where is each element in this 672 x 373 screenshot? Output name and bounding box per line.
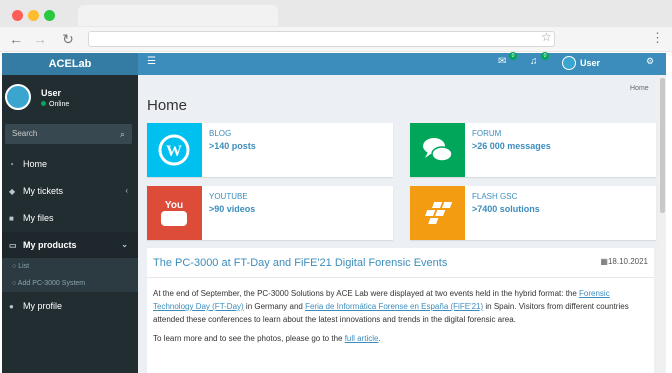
header-user-name[interactable]: User [580, 58, 600, 68]
tag-icon: ◆ [9, 187, 16, 196]
messages-count-badge: 0 [509, 52, 517, 60]
sidebar-item-label: Home [23, 159, 48, 169]
article-paragraph: At the end of September, the PC-3000 Sol… [153, 287, 649, 326]
article-date: ▦18.10.2021 [600, 257, 648, 266]
page-title: Home [147, 97, 188, 114]
chevron-down-icon: ⌄ [121, 240, 128, 249]
submenu-item-label: List [18, 263, 30, 270]
info-box-label: BLOG [209, 129, 232, 138]
info-box-blog[interactable]: W BLOG >140 posts [147, 123, 393, 177]
info-box-value: >140 posts [209, 141, 256, 151]
browser-tab[interactable] [78, 5, 278, 26]
bookmark-star-icon[interactable]: ☆ [541, 30, 552, 44]
info-box-value: >26 000 messages [472, 141, 551, 151]
sidebar-item-my-files[interactable]: ■ My files [2, 205, 138, 231]
sidebar-item-my-tickets[interactable]: ◆ My tickets ‹ [2, 178, 138, 204]
online-dot-icon [41, 101, 46, 106]
back-icon[interactable]: ← [8, 31, 24, 47]
user-status: Online [41, 101, 69, 108]
sidebar-item-my-profile[interactable]: ● My profile [2, 293, 138, 319]
info-box-forum[interactable]: FORUM >26 000 messages [410, 123, 656, 177]
hamburger-menu-icon[interactable]: ☰ [147, 56, 156, 67]
article-text: in Germany and [243, 302, 306, 311]
header-avatar[interactable] [562, 56, 576, 70]
chevron-left-icon: ‹ [125, 186, 128, 195]
svg-text:W: W [166, 143, 182, 160]
full-article-link[interactable]: full article [345, 334, 379, 343]
flash-gsc-icon [410, 186, 465, 240]
notifications-count-badge: 0 [541, 52, 549, 60]
info-box-value: >7400 solutions [472, 204, 540, 214]
sidebar-item-my-products[interactable]: ▭ My products ⌄ [2, 232, 138, 258]
user-status-label: Online [49, 101, 70, 108]
submenu-item-add-system[interactable]: ○ Add PC-3000 System [2, 277, 138, 290]
scrollbar-thumb[interactable] [660, 78, 665, 213]
info-box-youtube[interactable]: You Tube YOUTUBE >90 videos [147, 186, 393, 240]
info-box-label: YOUTUBE [209, 192, 248, 201]
search-placeholder: Search [12, 129, 38, 138]
user-icon: ● [9, 302, 14, 311]
minimize-window-button[interactable] [28, 10, 39, 21]
submenu-item-list[interactable]: ○ List [2, 260, 138, 273]
youtube-icon: You Tube [147, 186, 202, 240]
browser-menu-icon[interactable]: ⋮ [651, 30, 664, 46]
address-bar[interactable] [88, 31, 555, 47]
messages-icon[interactable]: ✉ [498, 56, 506, 67]
gears-icon[interactable]: ⚙ [646, 56, 654, 67]
news-article: The PC-3000 at FT-Day and FiFE'21 Digita… [147, 248, 654, 373]
bell-icon[interactable]: ♫ [530, 56, 538, 67]
divider [147, 277, 654, 278]
forward-icon[interactable]: → [32, 31, 48, 47]
article-body: At the end of September, the PC-3000 Sol… [153, 287, 649, 345]
breadcrumb[interactable]: Home [630, 85, 649, 92]
article-title[interactable]: The PC-3000 at FT-Day and FiFE'21 Digita… [153, 257, 447, 269]
sidebar-item-label: My tickets [23, 186, 64, 196]
avatar [5, 84, 31, 110]
reload-icon[interactable]: ↻ [60, 31, 76, 47]
calendar-icon: ▦ [600, 257, 608, 266]
article-date-text: 18.10.2021 [607, 257, 648, 266]
maximize-window-button[interactable] [44, 10, 55, 21]
sidebar-item-label: My profile [23, 301, 63, 311]
folder-icon: ■ [9, 214, 14, 223]
close-window-button[interactable] [12, 10, 23, 21]
search-input[interactable]: Search ⌕ [5, 124, 132, 144]
info-box-label: FLASH GSC [472, 192, 518, 201]
sidebar-item-label: My products [23, 240, 77, 250]
info-box-flash-gsc[interactable]: FLASH GSC >7400 solutions [410, 186, 656, 240]
wordpress-icon: W [147, 123, 202, 177]
article-paragraph: To learn more and to see the photos, ple… [153, 332, 649, 345]
hdd-icon: ▭ [9, 241, 17, 250]
dashboard-icon: ◔ [9, 160, 14, 169]
submenu-item-label: Add PC-3000 System [17, 280, 86, 287]
sidebar-item-label: My files [23, 213, 54, 223]
fife-link[interactable]: Feria de Informática Forense en España (… [305, 302, 483, 311]
user-name: User [41, 88, 62, 98]
article-text: To learn more and to see the photos, ple… [153, 334, 345, 343]
info-box-value: >90 videos [209, 204, 256, 214]
article-text: At the end of September, the PC-3000 Sol… [153, 289, 580, 298]
comments-icon [410, 123, 465, 177]
info-box-label: FORUM [472, 129, 502, 138]
article-text: . [378, 334, 381, 343]
app-logo[interactable]: ACELab [2, 53, 138, 75]
search-icon[interactable]: ⌕ [120, 124, 125, 144]
sidebar-item-home[interactable]: ◔ Home [2, 151, 138, 177]
youtube-logo-text: You Tube [162, 200, 186, 223]
